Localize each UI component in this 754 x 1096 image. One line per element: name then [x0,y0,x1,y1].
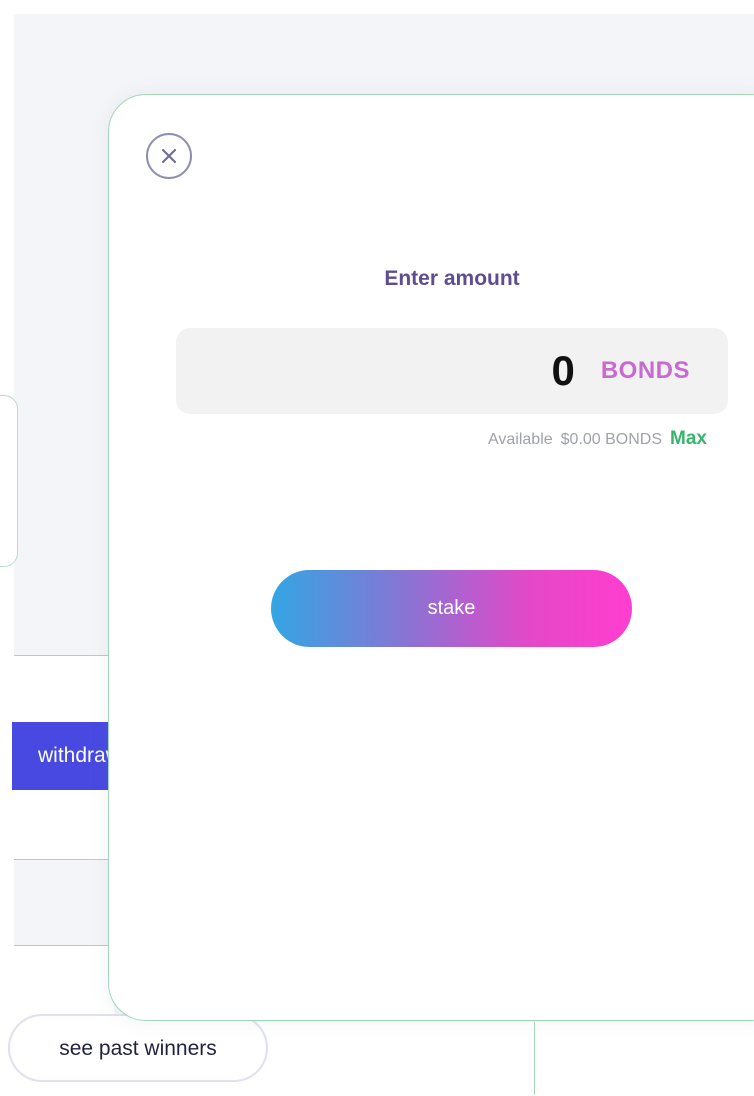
see-past-winners-button[interactable]: see past winners [8,1014,268,1082]
close-button[interactable] [146,133,192,179]
available-value: $0.00 BONDS [560,431,663,448]
available-label: Available [488,431,553,448]
background-divider [534,1022,535,1095]
amount-unit-label: BONDS [600,357,690,384]
amount-input[interactable]: 0 BONDS [176,328,728,414]
stake-button[interactable]: stake [271,570,632,647]
available-balance: Available $0.00 BONDS Max [109,428,707,450]
max-button[interactable]: Max [670,428,707,449]
close-icon [161,148,177,164]
modal-title: Enter amount [384,267,520,290]
background-card [0,395,18,567]
stake-modal: Enter amount 0 BONDS Available $0.00 BOND… [108,94,754,1021]
amount-value: 0 [551,347,575,394]
